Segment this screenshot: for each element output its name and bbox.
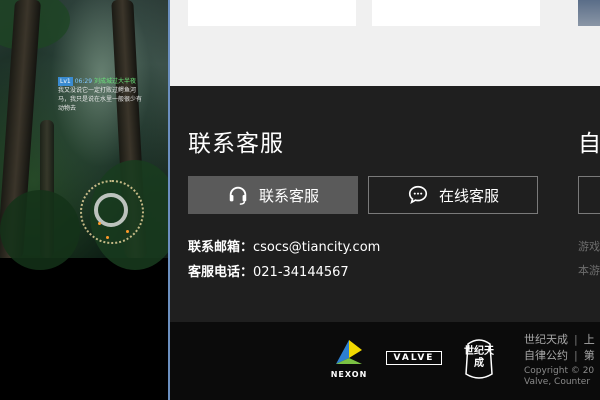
- ember-particle: [98, 222, 101, 225]
- chat-line: 我又没说它一定打败过鳄鱼河: [58, 87, 137, 94]
- footer-separator: |: [574, 349, 578, 362]
- adjacent-section-text: 游戏: [578, 240, 600, 253]
- chat-line: 动物去: [58, 105, 77, 112]
- section-title: 联系客服: [188, 131, 284, 157]
- game-chat-overlay: Lv1 06:29 刘成城过大半夜 我又没说它一定打败过鳄鱼河 马，我只是说在水里一…: [58, 77, 166, 113]
- tiancity-logo[interactable]: 世纪天成: [462, 336, 496, 382]
- footer-link-tiancity[interactable]: 世纪天成: [524, 333, 568, 346]
- adjacent-section-button[interactable]: [578, 176, 600, 214]
- online-support-button[interactable]: 在线客服: [368, 176, 538, 214]
- copyright-line: Copyright © 20: [524, 366, 595, 376]
- chat-speaker: 刘成城过大半夜: [94, 78, 137, 85]
- content-card[interactable]: [188, 0, 356, 26]
- tiancity-logo-text: 世纪天成: [464, 346, 494, 369]
- contact-support-label: 联系客服: [258, 186, 319, 205]
- chat-line: 马，我只是说在水里一般很少有: [58, 96, 143, 103]
- adjacent-section-text: 本游: [578, 264, 600, 277]
- valve-logo[interactable]: VALVE: [386, 351, 442, 365]
- ember-particle: [106, 236, 109, 239]
- nexon-logo[interactable]: NEXON: [326, 336, 372, 382]
- customer-service-section: 联系客服 联系客服 在线客服 联系邮箱：csocs@tiancity.com 客…: [170, 86, 600, 322]
- chat-header: Lv1 06:29 刘成城过大半夜: [58, 77, 166, 86]
- email-value[interactable]: csocs@tiancity.com: [253, 240, 380, 255]
- nexon-logo-text: NEXON: [330, 370, 368, 379]
- headset-icon: [229, 186, 247, 205]
- top-card-strip: [170, 0, 600, 86]
- phone-label: 客服电话：: [188, 265, 254, 280]
- online-support-label: 在线客服: [438, 186, 499, 205]
- copyright-line: Valve, Counter: [524, 377, 591, 387]
- footer-link[interactable]: 上: [584, 333, 595, 346]
- level-badge: Lv1: [58, 77, 73, 86]
- adjacent-section-title: 自: [578, 131, 600, 157]
- nexon-mark-icon: [336, 340, 362, 364]
- email-label: 联系邮箱：: [188, 240, 254, 255]
- content-card[interactable]: [372, 0, 540, 26]
- foliage-decoration: [0, 190, 80, 270]
- footer-copyright: Copyright © 20 Valve, Counter: [524, 366, 594, 388]
- content-card-thumbnail[interactable]: [578, 0, 600, 26]
- support-phone: 客服电话：021-34144567: [188, 261, 349, 280]
- chat-time: 06:29: [74, 78, 93, 85]
- content-panel: 联系客服 联系客服 在线客服 联系邮箱：csocs@tiancity.com 客…: [168, 0, 600, 400]
- video-thumbnail-panel[interactable]: Lv1 06:29 刘成城过大半夜 我又没说它一定打败过鳄鱼河 马，我只是说在水里一…: [0, 0, 168, 400]
- footer-links: 世纪天成 | 上 自律公约 | 第: [524, 332, 595, 364]
- phone-value: 021-34144567: [253, 265, 349, 280]
- footer-separator: |: [574, 333, 578, 346]
- chat-bubble-icon: [408, 185, 428, 205]
- game-screenshot[interactable]: Lv1 06:29 刘成城过大半夜 我又没说它一定打败过鳄鱼河 马，我只是说在水里一…: [0, 0, 168, 270]
- support-email: 联系邮箱：csocs@tiancity.com: [188, 236, 380, 255]
- contact-support-button[interactable]: 联系客服: [188, 176, 358, 214]
- footer-link-self-discipline[interactable]: 自律公约: [524, 349, 568, 362]
- footer: NEXON VALVE 世纪天成 世纪天成 | 上 自律公约 | 第 Copyright…: [170, 322, 600, 400]
- footer-link[interactable]: 第: [584, 349, 595, 362]
- ember-particle: [126, 230, 129, 233]
